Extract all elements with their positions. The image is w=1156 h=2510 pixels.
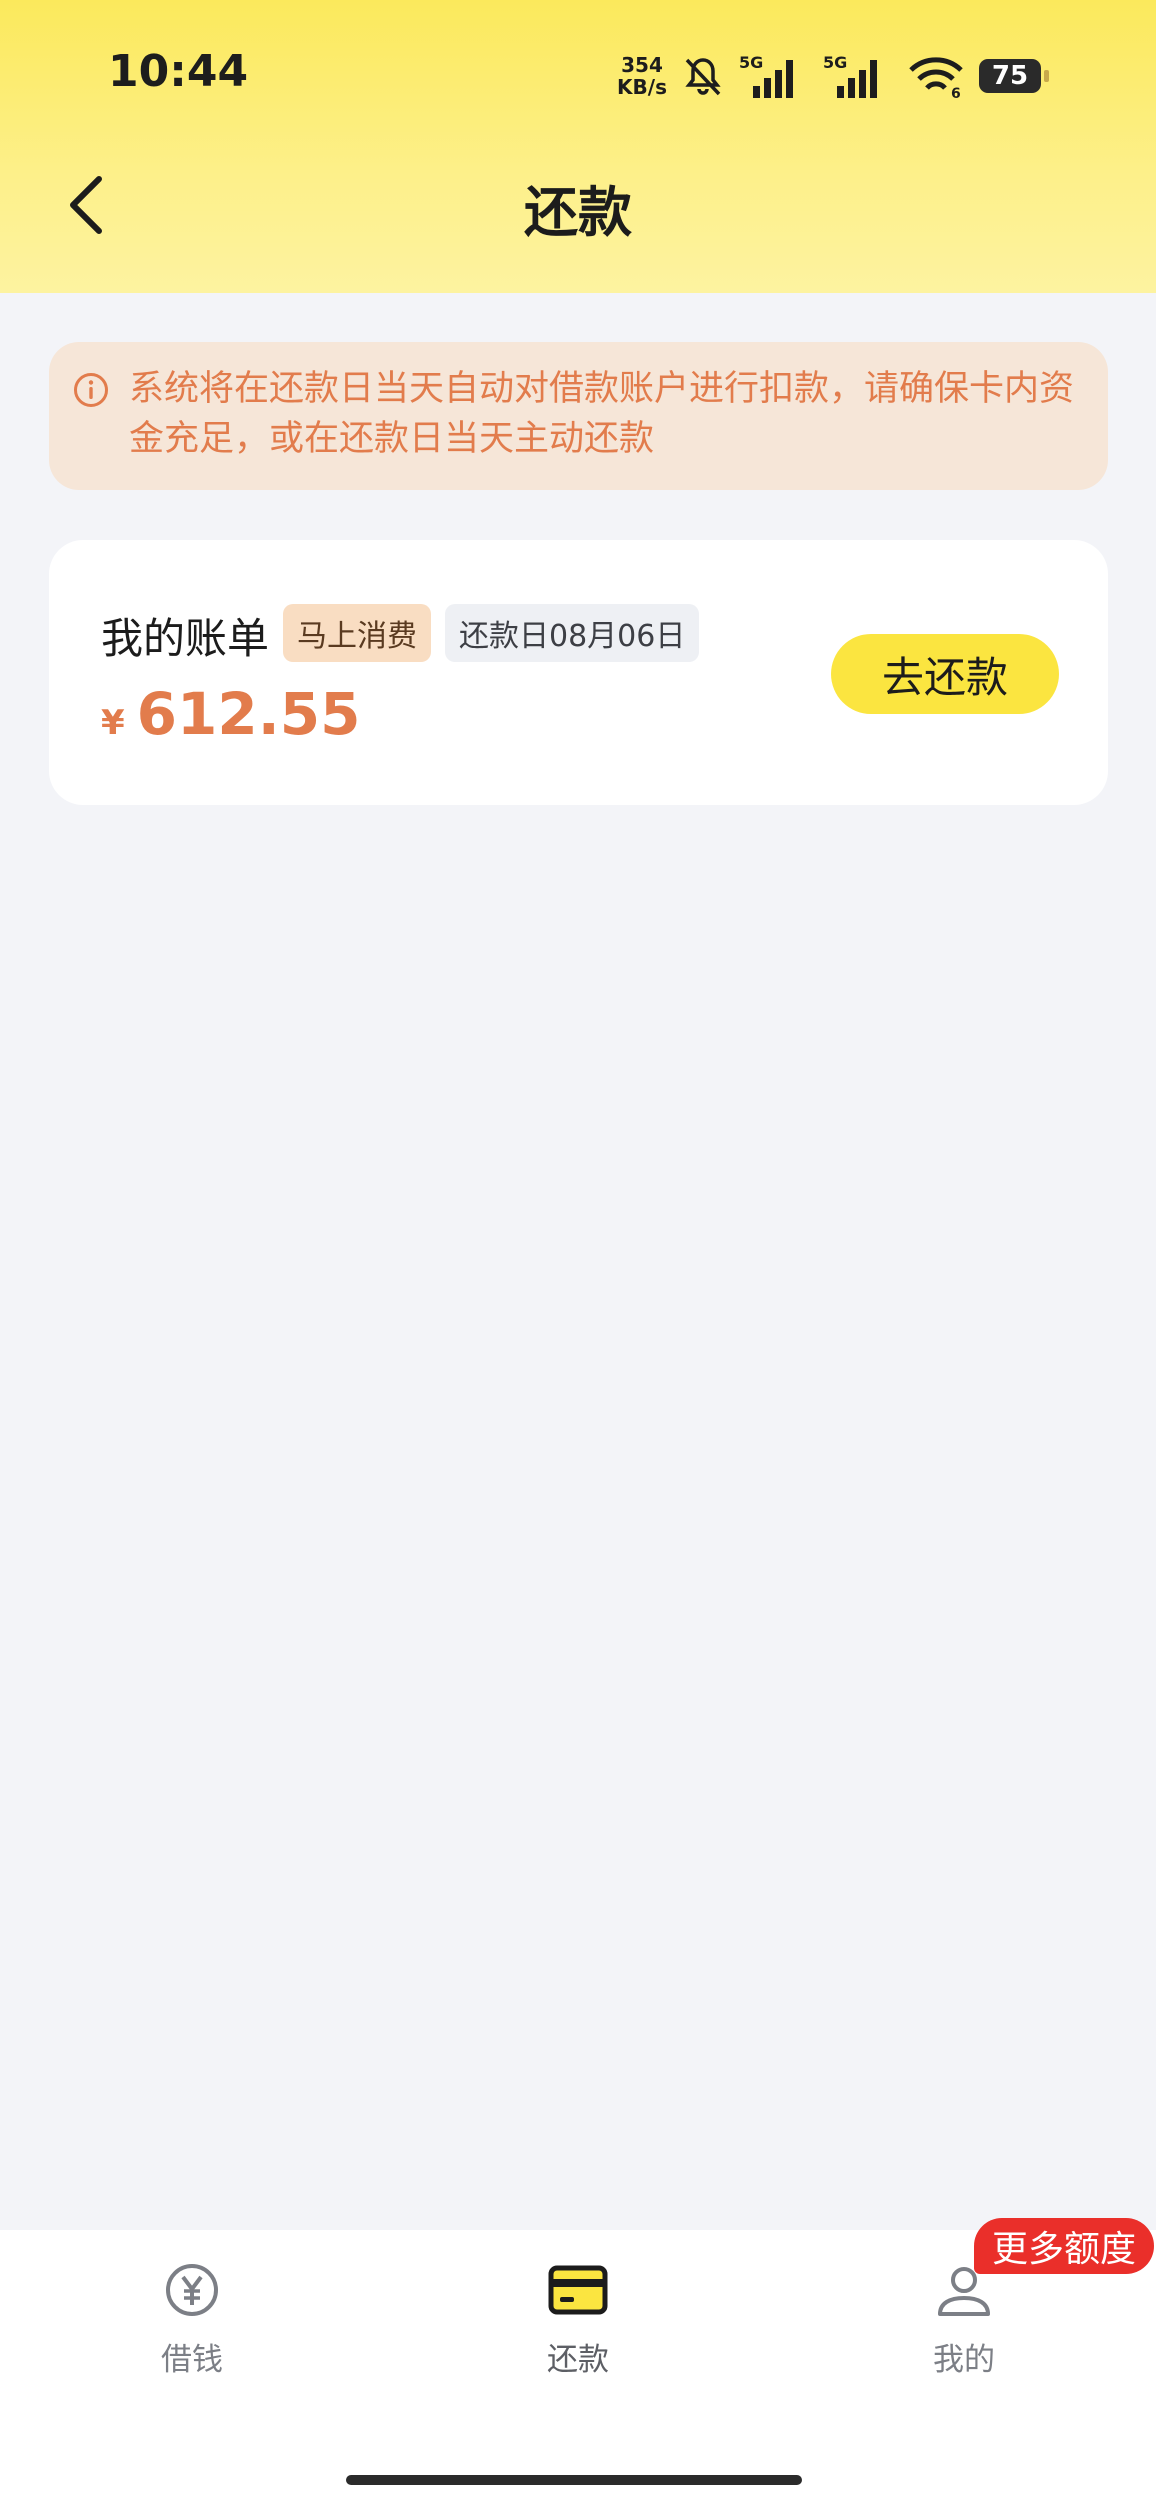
wifi-icon: 6: [909, 57, 963, 100]
status-icons: 354 KB/s 5G 5G 6 75: [617, 46, 1049, 106]
info-icon: [74, 373, 108, 407]
status-time: 10:44: [108, 46, 249, 97]
notice-text: 系统将在还款日当天自动对借款账户进行扣款，请确保卡内资金充足，或在还款日当天主动…: [129, 369, 1075, 459]
signal-2-label: 5G: [823, 53, 847, 72]
signal-5g-icon: 5G: [739, 53, 793, 98]
due-date-tag: 还款日08月06日: [445, 604, 700, 662]
repay-button[interactable]: 去还款: [831, 634, 1059, 714]
page-title: 还款: [524, 181, 632, 244]
more-credit-badge[interactable]: 更多额度: [974, 2218, 1155, 2274]
net-speed-value: 354: [621, 53, 663, 77]
signal-5g-icon-2: 5G: [823, 53, 877, 98]
net-speed-unit: KB/s: [617, 75, 667, 99]
bill-title: 我的账单: [101, 614, 270, 663]
navbar: 还款: [0, 150, 1156, 250]
tab-repay[interactable]: 还款: [478, 2260, 678, 2400]
card-icon: [548, 2265, 608, 2315]
currency-symbol: ¥: [101, 703, 125, 743]
tab-borrow-label: 借钱: [161, 2342, 223, 2378]
yen-circle-icon: [166, 2264, 218, 2316]
tab-borrow[interactable]: 借钱: [92, 2260, 292, 2400]
status-bar: 10:44 354 KB/s 5G 5G 6 75: [0, 0, 1156, 150]
auto-debit-notice: 系统将在还款日当天自动对借款账户进行扣款，请确保卡内资金充足，或在还款日当天主动…: [49, 342, 1108, 490]
signal-1-label: 5G: [739, 53, 763, 72]
tab-mine-label: 我的: [933, 2342, 995, 2378]
bill-amount: ¥ 612.55: [101, 680, 361, 748]
wifi-sub-label: 6: [951, 86, 961, 100]
home-indicator: [346, 2475, 802, 2485]
tab-repay-label: 还款: [547, 2342, 609, 2378]
tab-mine[interactable]: 我的: [864, 2260, 1064, 2400]
merchant-tag: 马上消费: [283, 604, 431, 662]
bill-card: 我的账单 马上消费 还款日08月06日 ¥ 612.55 去还款: [49, 540, 1108, 805]
battery-indicator: 75: [979, 59, 1049, 93]
net-speed: 354 KB/s: [617, 54, 667, 98]
mute-bell-icon: [685, 58, 721, 96]
amount-value: 612.55: [136, 680, 361, 748]
